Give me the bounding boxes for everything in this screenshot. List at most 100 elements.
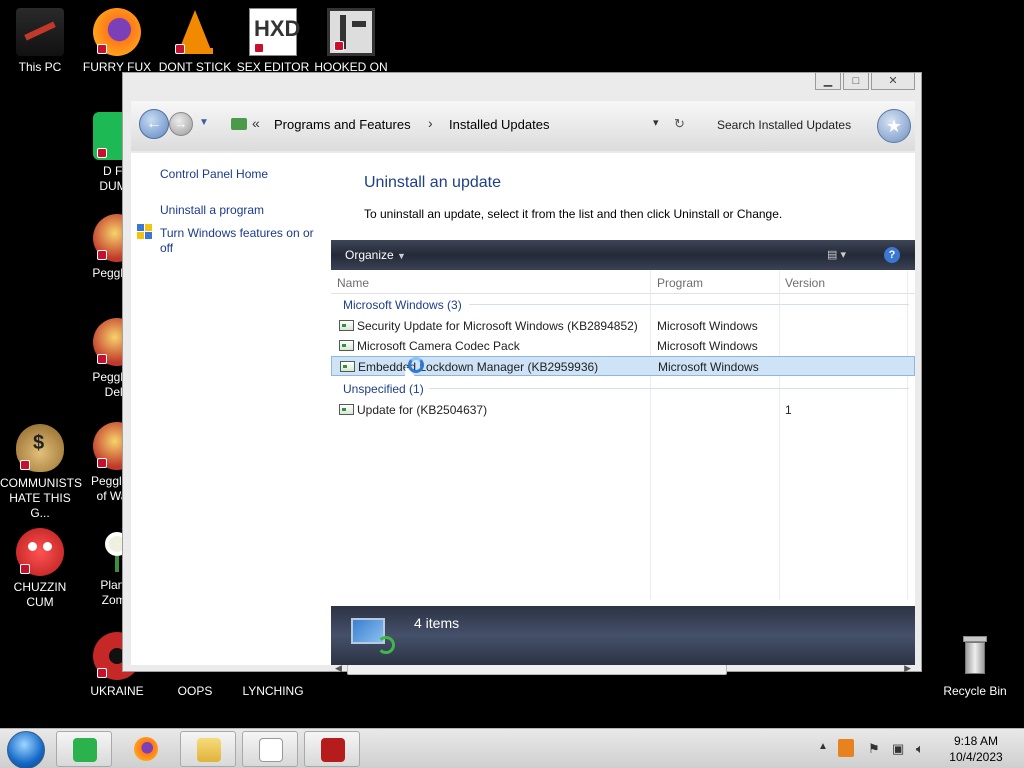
chuzzle-icon [16,528,64,576]
page-title: Uninstall an update [364,174,501,191]
windows-features-link[interactable]: Turn Windows features on or off [160,226,320,256]
update-icon [340,361,355,372]
installed-updates-icon [351,618,395,654]
desktop-icon-label: OOPS [177,684,213,698]
forward-button[interactable]: → [169,112,193,136]
clock-date: 10/4/2023 [949,750,1003,764]
search-input[interactable]: Search Installed Updates [703,113,869,137]
desktop-icon-hooked-on[interactable]: HOOKED ON [311,8,391,75]
show-hidden-icons-icon[interactable]: ▲ [818,741,828,752]
minimize-button[interactable]: ▁ [815,72,841,90]
row-name: Security Update for Microsoft Windows (K… [357,319,638,333]
column-header-name[interactable]: Name [337,276,369,290]
back-button[interactable]: ← [139,109,169,139]
search-star-icon[interactable]: ★ [877,109,911,143]
folder-icon [197,738,221,762]
uninstall-program-link[interactable]: Uninstall a program [160,203,264,218]
group-divider [429,388,909,389]
desktop-icon-dont-stick[interactable]: DONT STICK [155,8,235,75]
close-button[interactable]: ✕ [871,72,915,90]
desktop-icon-sex-editor[interactable]: HXD SEX EDITOR [233,8,313,75]
page-description: To uninstall an update, select it from t… [364,207,783,221]
window-title-buttons: ▁ □ ✕ [815,72,915,90]
taskbar-app-file-explorer[interactable] [180,731,236,767]
navigation-bar: ← → ▼ « Programs and Features › Installe… [131,101,915,151]
update-icon [339,320,354,331]
row-program: Microsoft Windows [657,339,758,353]
recycle-bin-icon [951,632,999,680]
address-dropdown-icon[interactable]: ▾ [653,116,659,129]
desktop-icon-label: Recycle Bin [943,684,1007,698]
command-toolbar: Organize ▼ ▤ ▾ ? [331,240,915,270]
breadcrumb-installed-updates[interactable]: Installed Updates [449,117,549,132]
column-headers: Name Program Version [331,270,915,294]
firefox-icon [134,737,158,761]
control-panel-home-link[interactable]: Control Panel Home [160,167,268,182]
desktop-icon-label: CHUZZIN CUM [13,580,67,609]
view-options-icon[interactable]: ▤ ▾ [827,248,846,261]
taskbar: ▲ ⚑ ▣ 🔈︎ 9:18 AM 10/4/2023 [0,728,1024,768]
row-program: Microsoft Windows [657,319,758,333]
desktop-icon-recycle-bin[interactable]: Recycle Bin [935,632,1015,699]
money-bag-icon: $ [16,424,64,472]
desktop-icon-chuzzin[interactable]: CHUZZIN CUM [0,528,80,610]
this-pc-icon [16,8,64,56]
taskbar-app-feedly[interactable] [56,731,112,767]
table-row[interactable]: Security Update for Microsoft Windows (K… [331,316,915,336]
app-4-icon [259,738,283,762]
desktop-icon-this-pc[interactable]: This PC [0,8,80,75]
taskbar-app-5[interactable] [304,731,360,767]
table-row[interactable]: Microsoft Camera Codec Pack Microsoft Wi… [331,336,915,356]
firefox-icon [93,8,141,56]
group-header-microsoft-windows[interactable]: Microsoft Windows (3) [343,298,462,312]
tray-app-icon[interactable] [838,739,854,757]
scrollbar-thumb[interactable] [347,664,727,675]
action-center-flag-icon[interactable]: ⚑ [868,741,880,757]
details-pane: 4 items [331,606,915,665]
maximize-button[interactable]: □ [843,72,869,90]
app-5-icon [321,738,345,762]
organize-menu-button[interactable]: Organize ▼ [345,248,406,262]
hxd-icon: HXD [249,8,300,56]
help-icon[interactable]: ? [884,247,900,263]
breadcrumb-root-chevrons[interactable]: « [252,115,260,131]
organize-label: Organize [345,248,394,262]
control-panel-icon [231,118,247,130]
column-header-version[interactable]: Version [785,276,825,290]
desktop-icon-label: COMMUNISTS HATE THIS G... [0,476,82,520]
volume-icon[interactable]: 🔈︎ [916,741,924,757]
recent-pages-dropdown[interactable]: ▼ [199,117,209,128]
feedly-icon [73,738,97,762]
breadcrumb-separator[interactable]: › [428,115,433,131]
taskbar-app-firefox[interactable] [118,731,174,767]
clock-time: 9:18 AM [953,734,999,748]
table-row[interactable]: Update for (KB2504637) 1 [331,400,915,420]
main-pane: Uninstall an update To uninstall an upda… [331,153,915,675]
vlc-icon [171,8,219,56]
row-name: Embedded Lockdown Manager (KB2959936) [358,360,599,374]
group-header-unspecified[interactable]: Unspecified (1) [343,382,424,396]
breadcrumb-programs-and-features[interactable]: Programs and Features [274,117,411,132]
row-program: Microsoft Windows [658,360,759,374]
windows-features-shield-icon [137,224,153,240]
column-header-program[interactable]: Program [657,276,703,290]
row-name: Update for (KB2504637) [357,403,488,417]
maze-icon [327,8,375,56]
desktop-icon-label: LYNCHING [242,684,304,698]
update-icon [339,340,354,351]
left-task-pane: Control Panel Home Uninstall a program T… [131,153,331,665]
group-divider [469,304,909,305]
desktop-icon-communists[interactable]: $ COMMUNISTS HATE THIS G... [0,424,82,521]
taskbar-app-4[interactable] [242,731,298,767]
update-icon [339,404,354,415]
row-version: 1 [785,403,792,417]
desktop-icon-label: UKRAINE [90,684,144,698]
item-count: 4 items [414,615,460,631]
row-name: Microsoft Camera Codec Pack [357,339,520,353]
network-icon[interactable]: ▣ [892,741,904,757]
refresh-icon[interactable]: ↻ [674,116,685,132]
desktop-icon-label: This PC [18,60,62,74]
system-clock[interactable]: 9:18 AM 10/4/2023 [938,733,1014,765]
start-button[interactable] [7,731,45,768]
desktop-icon-furry-fux[interactable]: FURRY FUX [77,8,157,75]
